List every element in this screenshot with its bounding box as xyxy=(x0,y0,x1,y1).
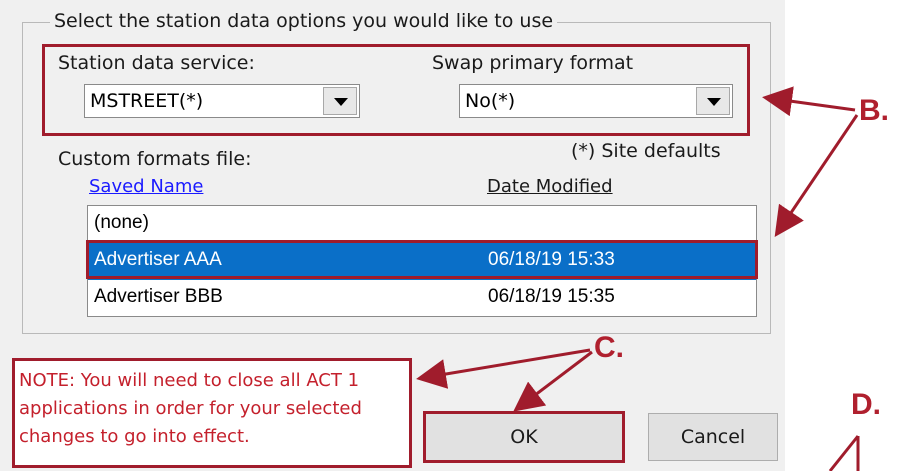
arrow-b-to-list xyxy=(774,114,859,237)
arrow-d-diag xyxy=(828,435,860,471)
callout-arrows xyxy=(416,86,860,471)
station-options-dialog: Select the station data options you woul… xyxy=(0,0,922,471)
arrow-b-to-dropdowns xyxy=(762,86,856,117)
